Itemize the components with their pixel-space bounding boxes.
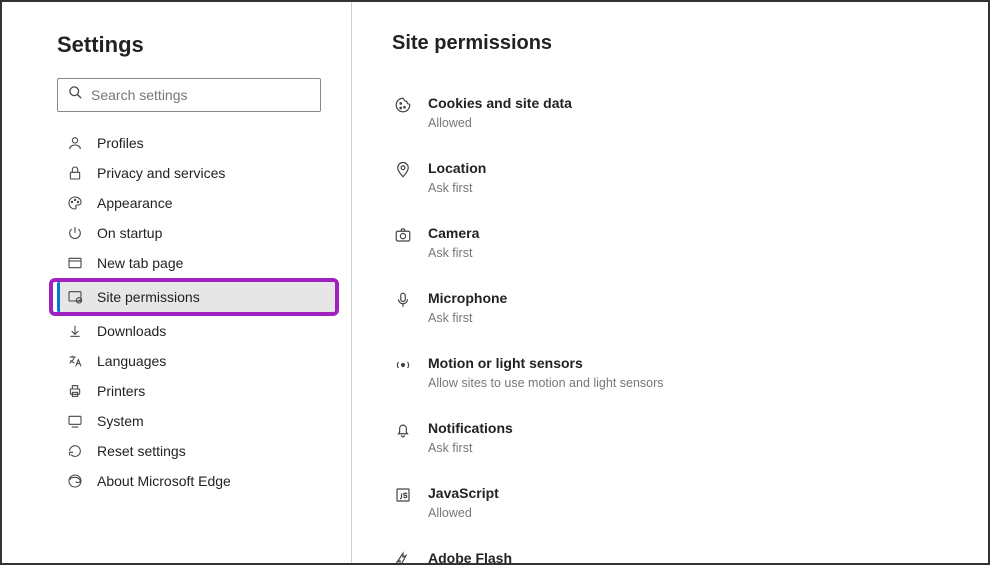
permissions-list: Cookies and site data Allowed Location A…	[392, 83, 958, 563]
perm-sub: Allowed	[428, 506, 499, 520]
profile-icon	[65, 135, 85, 151]
tab-icon	[65, 255, 85, 271]
javascript-icon	[392, 485, 414, 504]
flash-icon	[392, 550, 414, 563]
perm-title: Camera	[428, 225, 479, 241]
nav-item-newtab[interactable]: New tab page	[57, 248, 321, 278]
perm-title: Location	[428, 160, 486, 176]
nav-list: Profiles Privacy and services Appearance…	[57, 128, 321, 496]
perm-cookies[interactable]: Cookies and site data Allowed	[392, 83, 958, 148]
cookie-icon	[392, 95, 414, 114]
search-icon	[68, 85, 83, 105]
palette-icon	[65, 195, 85, 211]
search-box[interactable]	[57, 78, 321, 112]
nav-item-downloads[interactable]: Downloads	[57, 316, 321, 346]
perm-sub: Allow sites to use motion and light sens…	[428, 376, 664, 390]
nav-item-reset[interactable]: Reset settings	[57, 436, 321, 466]
perm-sub: Ask first	[428, 246, 479, 260]
nav-item-appearance[interactable]: Appearance	[57, 188, 321, 218]
perm-title: Adobe Flash	[428, 550, 626, 563]
perm-microphone[interactable]: Microphone Ask first	[392, 278, 958, 343]
nav-item-system[interactable]: System	[57, 406, 321, 436]
printer-icon	[65, 383, 85, 399]
nav-label: Reset settings	[97, 443, 186, 459]
perm-sub: Ask first	[428, 311, 507, 325]
permissions-icon	[65, 289, 85, 305]
main-content: Site permissions Cookies and site data A…	[352, 2, 988, 563]
nav-label: Site permissions	[97, 289, 200, 305]
nav-label: About Microsoft Edge	[97, 473, 231, 489]
page-title: Site permissions	[392, 32, 958, 55]
perm-title: JavaScript	[428, 485, 499, 501]
nav-label: Languages	[97, 353, 166, 369]
microphone-icon	[392, 290, 414, 309]
nav-item-about[interactable]: About Microsoft Edge	[57, 466, 321, 496]
nav-label: On startup	[97, 225, 162, 241]
perm-notifications[interactable]: Notifications Ask first	[392, 408, 958, 473]
perm-camera[interactable]: Camera Ask first	[392, 213, 958, 278]
nav-label: Appearance	[97, 195, 173, 211]
nav-label: New tab page	[97, 255, 183, 271]
perm-title: Microphone	[428, 290, 507, 306]
perm-motion[interactable]: Motion or light sensors Allow sites to u…	[392, 343, 958, 408]
search-input[interactable]	[91, 87, 310, 103]
nav-item-privacy[interactable]: Privacy and services	[57, 158, 321, 188]
location-icon	[392, 160, 414, 179]
nav-item-profiles[interactable]: Profiles	[57, 128, 321, 158]
nav-label: Printers	[97, 383, 145, 399]
nav-label: Downloads	[97, 323, 166, 339]
settings-sidebar: Settings Profiles Privacy and services A…	[2, 2, 352, 563]
nav-label: System	[97, 413, 144, 429]
perm-flash[interactable]: Adobe Flash Always block Flash (recommen…	[392, 538, 958, 563]
highlight-annotation: Site permissions	[49, 278, 339, 316]
system-icon	[65, 413, 85, 429]
nav-item-site-permissions[interactable]: Site permissions	[57, 282, 335, 312]
nav-label: Privacy and services	[97, 165, 225, 181]
nav-label: Profiles	[97, 135, 144, 151]
motion-icon	[392, 355, 414, 374]
perm-title: Motion or light sensors	[428, 355, 664, 371]
power-icon	[65, 225, 85, 241]
nav-item-printers[interactable]: Printers	[57, 376, 321, 406]
nav-item-languages[interactable]: Languages	[57, 346, 321, 376]
reset-icon	[65, 443, 85, 459]
perm-sub: Allowed	[428, 116, 572, 130]
perm-title: Cookies and site data	[428, 95, 572, 111]
perm-javascript[interactable]: JavaScript Allowed	[392, 473, 958, 538]
perm-location[interactable]: Location Ask first	[392, 148, 958, 213]
perm-sub: Ask first	[428, 181, 486, 195]
bell-icon	[392, 420, 414, 439]
camera-icon	[392, 225, 414, 244]
edge-icon	[65, 473, 85, 489]
download-icon	[65, 323, 85, 339]
nav-item-startup[interactable]: On startup	[57, 218, 321, 248]
language-icon	[65, 353, 85, 369]
sidebar-title: Settings	[57, 32, 321, 58]
perm-title: Notifications	[428, 420, 513, 436]
lock-icon	[65, 165, 85, 181]
perm-sub: Ask first	[428, 441, 513, 455]
